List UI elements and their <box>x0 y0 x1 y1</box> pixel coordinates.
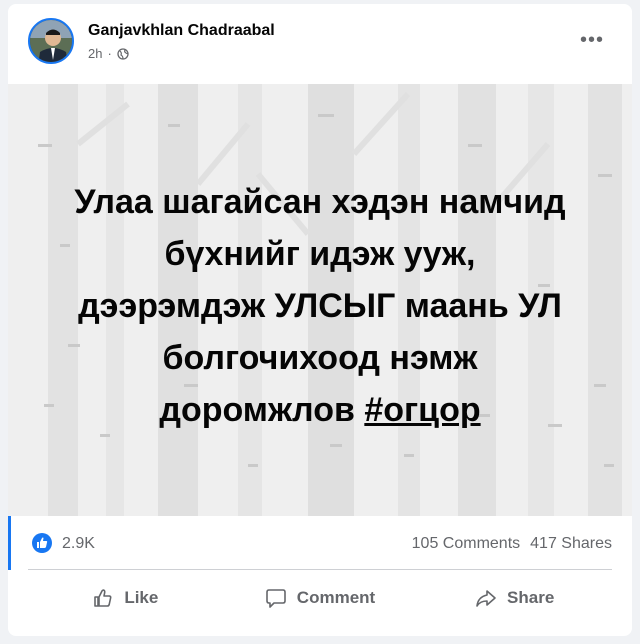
avatar[interactable] <box>28 18 74 64</box>
comment-label: Comment <box>296 588 376 607</box>
post-header: Ganjavkhlan Chadraabal 2h · ••• <box>8 4 632 82</box>
like-button[interactable]: Like <box>28 572 223 624</box>
author-name[interactable]: Ganjavkhlan Chadraabal <box>88 22 275 40</box>
post-text-line: доромжлов #огцор <box>38 384 602 436</box>
post-text-last: доромжлов <box>159 391 355 429</box>
share-arrow-icon <box>476 590 496 607</box>
hashtag-link[interactable]: #огцор <box>364 391 480 429</box>
comments-count[interactable]: 105 Comments <box>412 535 521 553</box>
globe-icon <box>117 47 129 60</box>
comment-share-stats: 105 Comments 417 Shares <box>412 535 612 553</box>
share-label: Share <box>507 588 555 607</box>
post-text-line: Улаа шагайсан хэдэн намчид <box>74 183 566 221</box>
post-text-line: дээрэмдэж УЛСЫГ маань УЛ <box>78 287 562 325</box>
action-bar: Like Comment Share <box>28 572 612 624</box>
engagement-stats: 2.9K 105 Comments 417 Shares <box>8 524 632 564</box>
shares-count[interactable]: 417 Shares <box>530 535 612 553</box>
like-label: Like <box>124 588 159 607</box>
share-button[interactable]: Share <box>417 572 612 624</box>
reaction-count[interactable]: 2.9K <box>62 535 95 553</box>
comment-button[interactable]: Comment <box>223 572 418 624</box>
like-reaction-icon[interactable] <box>32 533 52 553</box>
more-options-icon[interactable]: ••• <box>580 30 604 50</box>
post-background: Улаа шагайсан хэдэн намчид бүхнийг идэж … <box>8 84 632 516</box>
post-text-line: бүхнийг идэж ууж, <box>164 235 476 273</box>
post-card: Ganjavkhlan Chadraabal 2h · ••• Улаа шаг… <box>8 4 632 636</box>
post-time[interactable]: 2h <box>88 46 102 61</box>
post-text-line: болгочихоод нэмж <box>162 339 478 377</box>
post-meta: 2h · <box>88 46 129 61</box>
comment-icon <box>265 589 286 608</box>
thumbs-up-icon <box>94 589 112 607</box>
divider <box>28 569 612 570</box>
dot-separator: · <box>107 46 112 61</box>
post-text: Улаа шагайсан хэдэн намчид бүхнийг идэж … <box>38 176 602 436</box>
